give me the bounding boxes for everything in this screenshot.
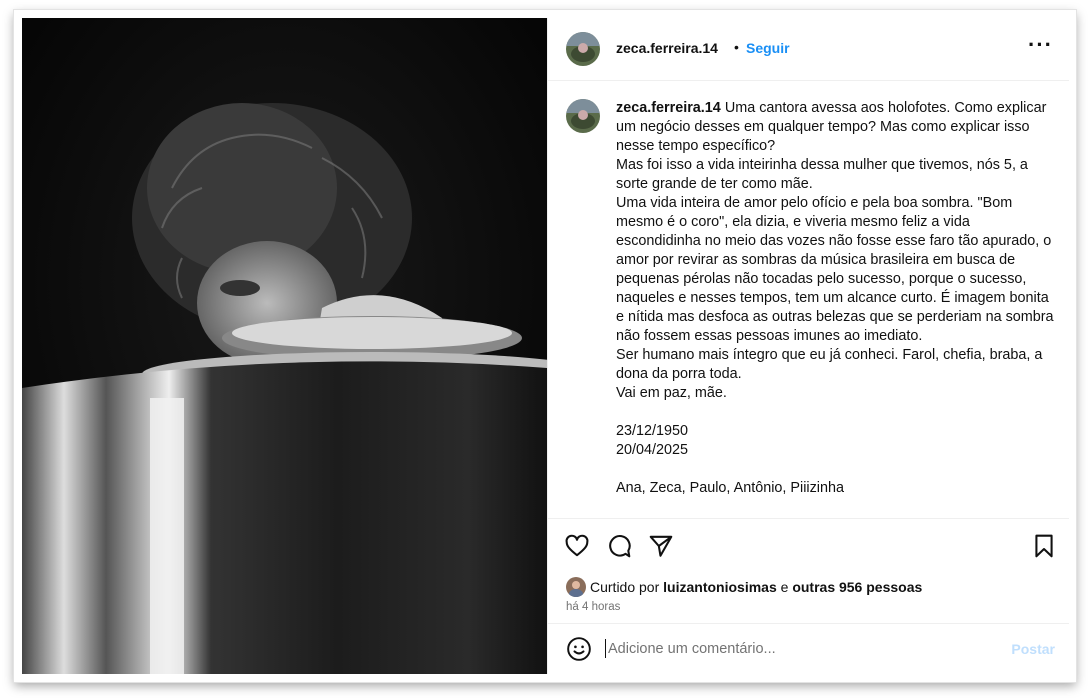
birth-date: 23/12/1950: [616, 423, 689, 439]
post-header: zeca.ferreira.14 • Seguir ···: [548, 18, 1069, 81]
emoji-icon[interactable]: [566, 636, 592, 662]
likes-prefix: Curtido por: [590, 579, 660, 595]
photo-image: [22, 18, 547, 674]
likes-count-link[interactable]: outras 956 pessoas: [792, 579, 922, 595]
caption-paragraph: zeca.ferreira.14 Uma cantora avessa aos …: [616, 99, 1056, 156]
caption-line: Vai em paz, mãe.: [616, 385, 727, 401]
author-avatar[interactable]: [566, 32, 600, 66]
comment-input[interactable]: [606, 637, 990, 661]
caption-line: Mas foi isso a vida inteirinha dessa mul…: [616, 157, 1028, 192]
post-actions: Curtido por luizantoniosimas e outras 95…: [548, 518, 1069, 674]
caption-author-avatar[interactable]: [566, 99, 600, 133]
post-timestamp[interactable]: há 4 horas: [566, 601, 620, 613]
avatar-image: [566, 577, 586, 597]
caption-line: Uma vida inteira de amor pelo ofício e p…: [616, 195, 1054, 344]
avatar-image: [566, 99, 600, 133]
more-options-icon[interactable]: ···: [1028, 32, 1053, 58]
avatar-image: [566, 32, 600, 66]
post-comment-button[interactable]: Postar: [1011, 641, 1055, 657]
liker-avatar[interactable]: [566, 577, 586, 597]
caption-line: Ser humano mais íntegro que eu já conhec…: [616, 347, 1043, 382]
bookmark-icon[interactable]: [1031, 533, 1057, 559]
caption-signature: Ana, Zeca, Paulo, Antônio, Piiizinha: [616, 480, 844, 496]
send-icon[interactable]: [648, 533, 674, 559]
instagram-post-window: zeca.ferreira.14 • Seguir ··· zeca.ferre…: [14, 10, 1076, 682]
death-date: 20/04/2025: [616, 442, 689, 458]
separator-dot: •: [734, 39, 739, 55]
author-username[interactable]: zeca.ferreira.14: [616, 40, 718, 56]
comment-icon[interactable]: [606, 533, 632, 559]
caption-scroll-area[interactable]: zeca.ferreira.14 Uma cantora avessa aos …: [548, 81, 1069, 517]
likes-summary: Curtido por luizantoniosimas e outras 95…: [590, 579, 922, 595]
caption-text: zeca.ferreira.14 Uma cantora avessa aos …: [616, 99, 1056, 498]
post-details-panel: zeca.ferreira.14 • Seguir ··· zeca.ferre…: [547, 18, 1069, 674]
heart-icon[interactable]: [564, 533, 590, 559]
post-photo[interactable]: [22, 18, 547, 674]
comment-bar: Postar: [548, 623, 1069, 674]
follow-button[interactable]: Seguir: [746, 40, 790, 56]
caption-username[interactable]: zeca.ferreira.14: [616, 100, 721, 116]
liker-username[interactable]: luizantoniosimas: [663, 579, 777, 595]
likes-conjunction: e: [780, 579, 789, 595]
